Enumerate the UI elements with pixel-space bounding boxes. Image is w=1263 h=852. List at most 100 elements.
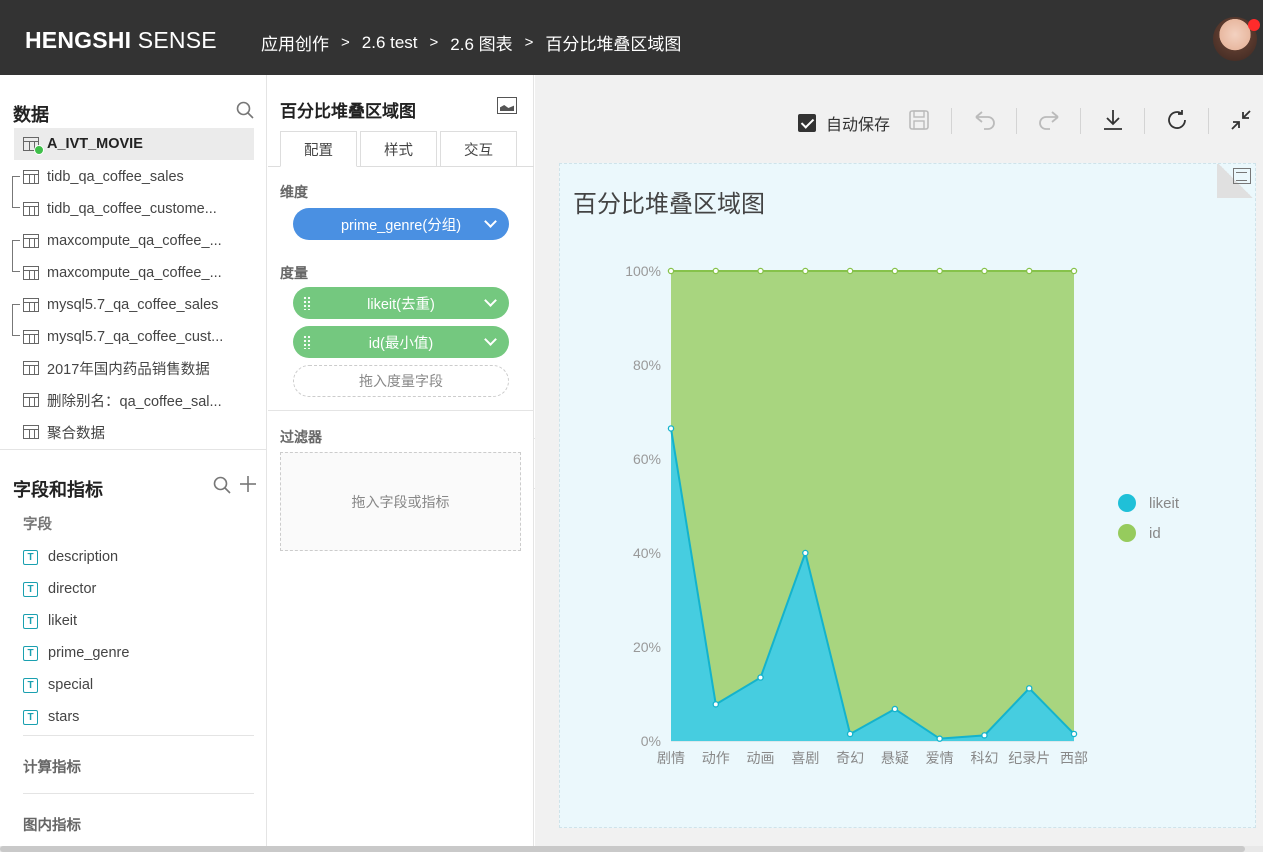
y-tick-label: 40% [633,545,661,561]
breadcrumb-separator: > [524,34,534,51]
field-item[interactable]: Tdescription [23,547,118,567]
breadcrumb-separator: > [341,34,350,51]
dataset-label: 聚合数据 [47,425,105,442]
text-type-icon: T [23,677,38,693]
dataset-label: tidb_qa_coffee_custome... [47,201,217,217]
dataset-label: mysql5.7_qa_coffee_cust... [47,329,224,345]
x-tick-label: 喜剧 [791,750,819,766]
data-point-likeit [981,732,988,739]
dataset-item[interactable]: 2017年国内药品销售数据 [14,352,254,384]
table-icon [23,393,39,407]
download-icon[interactable] [1101,108,1125,132]
filter-drop-zone[interactable]: 拖入字段或指标 [280,452,521,551]
table-icon [23,361,39,375]
breadcrumb-item-app-name[interactable]: 2.6 test [362,33,418,53]
refresh-icon[interactable] [1165,108,1189,132]
toolbar-divider [951,108,952,134]
field-label: stars [48,709,80,725]
search-icon[interactable] [213,476,231,494]
y-tick-label: 0% [641,733,661,749]
data-section-title: 数据 [13,105,49,125]
chart-type-icon[interactable] [497,97,517,114]
toolbar-divider [1080,108,1081,134]
tab-interaction[interactable]: 交互 [440,131,517,167]
drag-handle-icon[interactable] [303,296,311,310]
data-point-id [1025,267,1033,275]
calc-metrics-label[interactable]: 计算指标 [23,756,81,777]
chevron-down-icon[interactable] [484,215,497,228]
field-item[interactable]: Tstars [23,707,79,727]
measure-label: 度量 [280,265,308,281]
table-icon [23,234,39,248]
collapse-fullscreen-icon[interactable] [1229,108,1253,132]
legend-label: likeit [1149,495,1180,512]
measure-pill-label: id(最小值) [368,335,434,352]
search-icon[interactable] [236,101,254,119]
field-label: prime_genre [48,645,130,661]
data-point-likeit [1025,685,1033,692]
user-avatar[interactable] [1213,17,1260,61]
measure-pill[interactable]: id(最小值) [293,326,509,358]
autosave-checkbox[interactable] [798,114,816,132]
measure-pill[interactable]: likeit(去重) [293,287,509,319]
chart-name-title[interactable]: 百分比堆叠区域图 [280,97,416,122]
horizontal-scrollbar[interactable] [0,846,1263,852]
dataset-item[interactable]: 聚合数据 [14,416,254,448]
drag-handle-icon[interactable] [303,335,311,349]
data-point-likeit [757,674,764,681]
text-type-icon: T [23,613,38,629]
dataset-label: maxcompute_qa_coffee_... [47,233,222,249]
legend-marker [1118,524,1136,542]
data-point-likeit [891,705,899,713]
field-item[interactable]: Tprime_genre [23,643,129,663]
data-point-id [712,267,720,275]
toolbar-divider [1016,108,1017,134]
dataset-item[interactable]: maxcompute_qa_coffee_... [14,257,254,289]
add-icon[interactable] [239,475,257,493]
dataset-item-active[interactable]: A_IVT_MOVIE [14,128,254,160]
chart-metrics-label[interactable]: 图内指标 [23,814,81,835]
table-icon [23,425,39,439]
data-point-likeit [712,701,720,708]
autosave-toggle[interactable]: 自动保存 [798,111,890,135]
data-point-id [667,267,675,275]
measure-drop-zone[interactable]: 拖入度量字段 [293,365,509,397]
breadcrumb-item-dashboard[interactable]: 2.6 图表 [450,30,512,55]
measure-pill-label: likeit(去重) [367,296,435,313]
field-label: director [48,581,97,597]
save-icon[interactable] [908,109,930,131]
section-divider [23,793,254,794]
series-area-id [671,271,1074,739]
dataset-label: maxcompute_qa_coffee_... [47,265,222,281]
dataset-item[interactable]: mysql5.7_qa_coffee_cust... [14,321,254,353]
field-item[interactable]: Tdirector [23,579,96,599]
dataset-item[interactable]: tidb_qa_coffee_sales [14,161,254,193]
redo-icon[interactable] [1036,109,1062,131]
config-panel: 百分比堆叠区域图 配置 样式 交互 维度 prime_genre(分组) 度量 … [268,75,534,852]
chart-card[interactable]: 百分比堆叠区域图 0% 20% 40% 60% 80% 100% 剧情 动作 动画 喜剧 奇幻 悬疑爱… [559,163,1256,828]
data-point-likeit [846,730,854,738]
chevron-down-icon[interactable] [484,294,497,307]
data-point-id [1070,267,1078,275]
dimension-pill[interactable]: prime_genre(分组) [293,208,509,240]
brand-logo[interactable]: HENGSHI SENSE [25,27,217,54]
x-tick-label: 动画 [747,750,775,766]
chevron-down-icon[interactable] [484,333,497,346]
breadcrumb-item-app[interactable]: 应用创作 [261,30,329,55]
tab-style[interactable]: 样式 [360,131,437,167]
x-tick-label: 爱情 [926,750,954,766]
toolbar-divider [1208,108,1209,134]
dataset-label: 2017年国内药品销售数据 [47,361,210,378]
breadcrumb-item-chart: 百分比堆叠区域图 [545,35,682,54]
x-tick-label: 西部 [1060,750,1088,766]
section-divider [0,449,267,450]
dataset-item[interactable]: tidb_qa_coffee_custome... [14,193,254,225]
field-item[interactable]: Tspecial [23,675,93,695]
dataset-item[interactable]: maxcompute_qa_coffee_... [14,225,254,257]
tab-config[interactable]: 配置 [280,131,357,167]
dataset-item[interactable]: 删除别名：qa_coffee_sal... [14,384,254,416]
dataset-item[interactable]: mysql5.7_qa_coffee_sales [14,289,254,321]
field-item[interactable]: Tlikeit [23,611,77,631]
area-chart: 0% 20% 40% 60% 80% 100% 剧情 动作 动画 喜剧 奇幻 悬疑 爱情 科幻 纪录片 西部 l… [625,263,1180,766]
undo-icon[interactable] [972,109,998,131]
